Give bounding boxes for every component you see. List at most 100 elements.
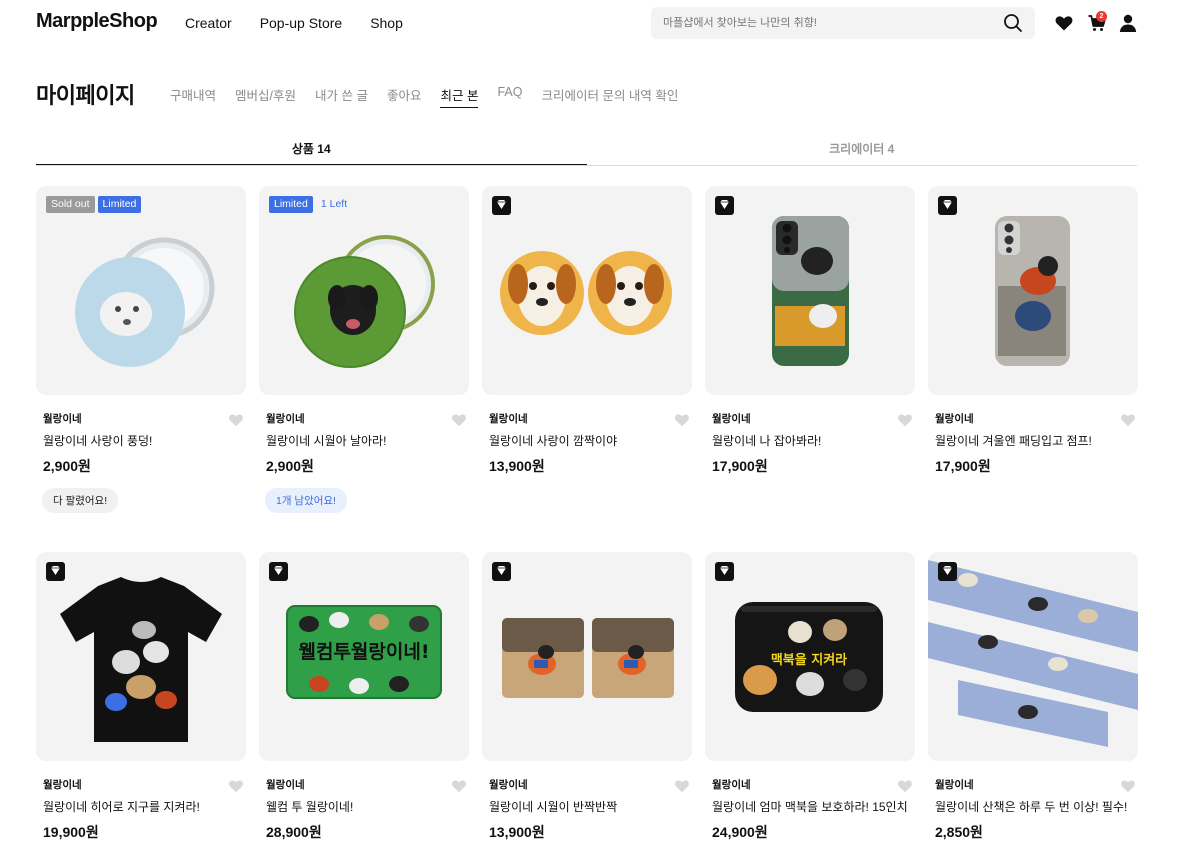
main-nav: Creator Pop-up Store Shop	[185, 15, 431, 31]
like-heart-icon[interactable]	[1120, 412, 1136, 427]
subnav-creator-inquiries[interactable]: 크리에이터 문의 내역 확인	[541, 85, 678, 108]
creator-name[interactable]: 월랑이네	[489, 411, 528, 426]
tab-creators[interactable]: 크리에이터 4	[587, 132, 1138, 165]
subnav-likes[interactable]: 좋아요	[387, 85, 422, 108]
product-image	[772, 216, 849, 366]
creator-name[interactable]: 월랑이네	[712, 777, 751, 792]
logo[interactable]: MarppleShop	[36, 10, 158, 33]
product-name[interactable]: 월랑이네 엄마 맥북을 보호하라! 15인치	[712, 798, 908, 815]
product-card[interactable]: 월랑이네 월랑이네 히어로 지구를 지켜라! 19,900원	[36, 552, 246, 840]
product-card[interactable]: Limited 1 Left 월랑이네 월랑이네 시월아 날아라! 2,900원…	[259, 186, 469, 513]
product-name[interactable]: 월랑이네 사랑이 깜짝이야	[489, 432, 617, 449]
search-bar	[651, 7, 1035, 39]
nav-creator[interactable]: Creator	[185, 15, 232, 31]
product-card[interactable]: 맥북을 지켜라 월랑이네 월랑이네 엄마 맥북을 보호하라! 15인치 24,9…	[705, 552, 915, 840]
nav-shop[interactable]: Shop	[370, 15, 403, 31]
product-card[interactable]: 월랑이네 월랑이네 산책은 하루 두 번 이상! 필수! 2,850원	[928, 552, 1138, 840]
diamond-badge-icon	[715, 196, 734, 215]
like-heart-icon[interactable]	[897, 778, 913, 793]
product-price: 19,900원	[43, 824, 99, 840]
subnav-purchases[interactable]: 구매내역	[170, 85, 216, 108]
product-thumbnail[interactable]	[482, 186, 692, 395]
search-icon[interactable]	[1003, 13, 1023, 33]
creator-name[interactable]: 월랑이네	[43, 411, 82, 426]
product-price: 17,900원	[712, 458, 768, 474]
product-name[interactable]: 월랑이네 히어로 지구를 지켜라!	[43, 798, 200, 815]
heart-icon[interactable]	[1054, 13, 1074, 33]
product-name[interactable]: 월랑이네 사랑이 풍덩!	[43, 432, 152, 449]
creator-name[interactable]: 월랑이네	[266, 411, 305, 426]
stock-left-tag: 1 Left	[320, 198, 348, 210]
tag-group: Sold out Limited	[46, 196, 142, 213]
product-image	[75, 237, 215, 367]
product-image	[60, 577, 222, 742]
nav-popup-store[interactable]: Pop-up Store	[260, 15, 343, 31]
stock-status-pill: 1개 남았어요!	[265, 488, 347, 513]
product-name[interactable]: 월랑이네 산책은 하루 두 번 이상! 필수!	[935, 798, 1127, 815]
product-image: 맥북을 지켜라	[735, 602, 883, 712]
like-heart-icon[interactable]	[228, 778, 244, 793]
product-price: 24,900원	[712, 824, 768, 840]
product-thumbnail[interactable]	[928, 186, 1138, 395]
product-thumbnail[interactable]	[705, 186, 915, 395]
mypage-subnav: 구매내역 멤버십/후원 내가 쓴 글 좋아요 최근 본 FAQ 크리에이터 문의…	[170, 85, 697, 108]
product-thumbnail[interactable]: Limited 1 Left	[259, 186, 469, 395]
creator-name[interactable]: 월랑이네	[43, 777, 82, 792]
product-card[interactable]: Sold out Limited 월랑이네 월랑이네 사랑이 풍덩! 2,900…	[36, 186, 246, 513]
subnav-faq[interactable]: FAQ	[497, 85, 522, 108]
like-heart-icon[interactable]	[451, 778, 467, 793]
diamond-badge-icon	[715, 562, 734, 581]
header: MarppleShop Creator Pop-up Store Shop 2	[0, 0, 1186, 46]
search-input[interactable]	[651, 7, 981, 39]
product-name[interactable]: 월랑이네 나 잡아봐라!	[712, 432, 821, 449]
product-card[interactable]: 웰컴투월랑이네! 월랑이네 웰컴 투 월랑이네! 28,900원	[259, 552, 469, 840]
product-thumbnail[interactable]: 웰컴투월랑이네!	[259, 552, 469, 761]
product-name[interactable]: 월랑이네 시월이 반짝반짝	[489, 798, 617, 815]
product-name[interactable]: 월랑이네 겨울엔 패딩입고 점프!	[935, 432, 1092, 449]
product-price: 2,850원	[935, 824, 983, 840]
soldout-tag: Sold out	[46, 196, 95, 213]
product-image	[502, 618, 674, 698]
product-price: 2,900원	[43, 458, 91, 474]
creator-name[interactable]: 월랑이네	[266, 777, 305, 792]
creator-name[interactable]: 월랑이네	[489, 777, 528, 792]
diamond-badge-icon	[46, 562, 65, 581]
product-price: 17,900원	[935, 458, 991, 474]
like-heart-icon[interactable]	[674, 412, 690, 427]
product-thumbnail[interactable]	[36, 552, 246, 761]
like-heart-icon[interactable]	[897, 412, 913, 427]
product-card[interactable]: 월랑이네 월랑이네 나 잡아봐라! 17,900원	[705, 186, 915, 474]
product-name[interactable]: 웰컴 투 월랑이네!	[266, 798, 353, 815]
like-heart-icon[interactable]	[674, 778, 690, 793]
creator-name[interactable]: 월랑이네	[935, 777, 974, 792]
product-thumbnail[interactable]	[482, 552, 692, 761]
limited-tag: Limited	[269, 196, 313, 213]
product-thumbnail[interactable]: Sold out Limited	[36, 186, 246, 395]
subnav-membership[interactable]: 멤버십/후원	[235, 85, 296, 108]
mat-text: 웰컴투월랑이네!	[298, 641, 429, 663]
like-heart-icon[interactable]	[1120, 778, 1136, 793]
subnav-recently-viewed[interactable]: 최근 본	[440, 85, 479, 108]
page-title: 마이페이지	[36, 83, 135, 108]
product-card[interactable]: 월랑이네 월랑이네 시월이 반짝반짝 13,900원	[482, 552, 692, 840]
user-icon[interactable]	[1118, 13, 1138, 33]
limited-tag: Limited	[97, 196, 142, 213]
cart-count-badge: 2	[1096, 11, 1107, 22]
product-price: 28,900원	[266, 824, 322, 840]
diamond-badge-icon	[938, 196, 957, 215]
like-heart-icon[interactable]	[228, 412, 244, 427]
tag-group: Limited 1 Left	[269, 196, 352, 213]
product-card[interactable]: 월랑이네 월랑이네 사랑이 깜짝이야 13,900원	[482, 186, 692, 474]
product-card[interactable]: 월랑이네 월랑이네 겨울엔 패딩입고 점프! 17,900원	[928, 186, 1138, 474]
diamond-badge-icon	[492, 562, 511, 581]
like-heart-icon[interactable]	[451, 412, 467, 427]
tab-products[interactable]: 상품 14	[36, 132, 587, 165]
product-name[interactable]: 월랑이네 시월아 날아라!	[266, 432, 386, 449]
product-thumbnail[interactable]	[928, 552, 1138, 761]
diamond-badge-icon	[938, 562, 957, 581]
subnav-my-posts[interactable]: 내가 쓴 글	[315, 85, 368, 108]
content-tabs: 상품 14 크리에이터 4	[36, 132, 1137, 166]
creator-name[interactable]: 월랑이네	[935, 411, 974, 426]
product-thumbnail[interactable]: 맥북을 지켜라	[705, 552, 915, 761]
creator-name[interactable]: 월랑이네	[712, 411, 751, 426]
